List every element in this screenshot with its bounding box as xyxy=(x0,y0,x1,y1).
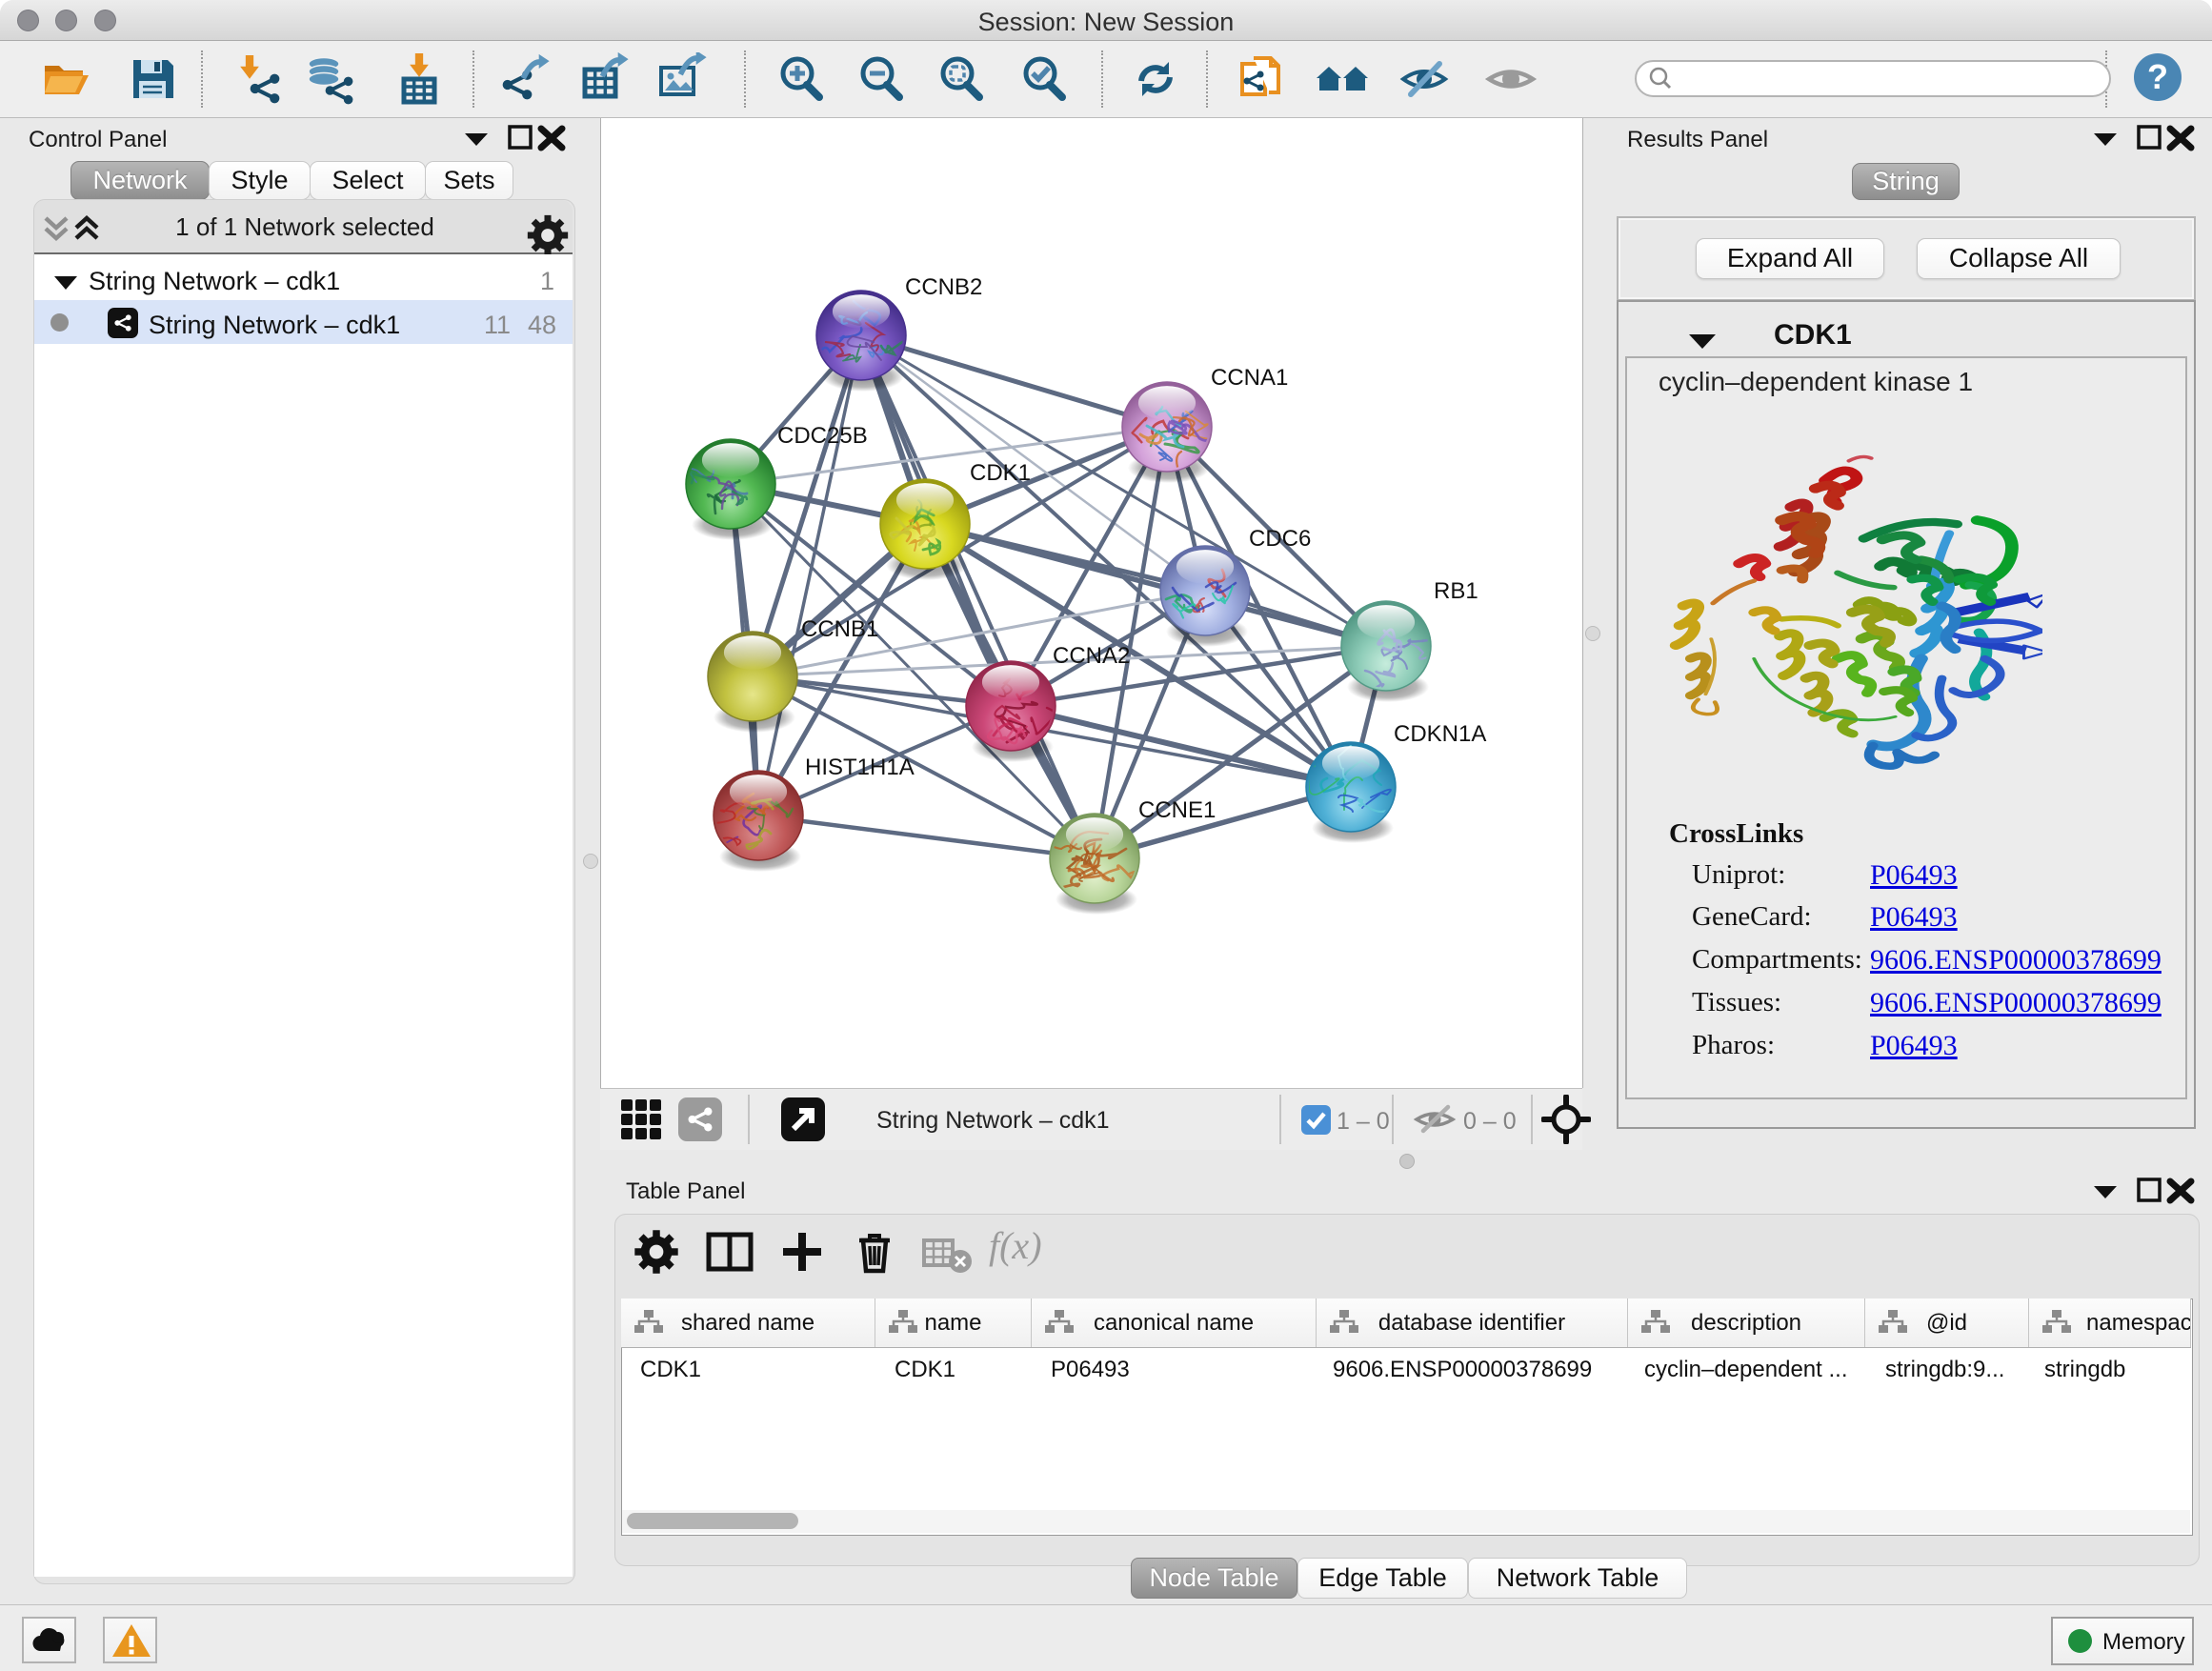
svg-text:CDC25B: CDC25B xyxy=(777,423,868,449)
svg-text:HIST1H1A: HIST1H1A xyxy=(805,755,915,780)
svg-text:CDC6: CDC6 xyxy=(1249,526,1311,552)
svg-text:CCNB2: CCNB2 xyxy=(905,274,982,300)
svg-text:RB1: RB1 xyxy=(1434,578,1478,604)
svg-text:?: ? xyxy=(2147,57,2168,96)
svg-text:CDKN1A: CDKN1A xyxy=(1394,721,1486,747)
svg-text:CDK1: CDK1 xyxy=(970,460,1031,486)
svg-text:CCNA1: CCNA1 xyxy=(1211,365,1288,391)
svg-text:CCNE1: CCNE1 xyxy=(1138,797,1216,823)
svg-text:CCNA2: CCNA2 xyxy=(1053,643,1130,669)
svg-text:CCNB1: CCNB1 xyxy=(801,616,878,642)
